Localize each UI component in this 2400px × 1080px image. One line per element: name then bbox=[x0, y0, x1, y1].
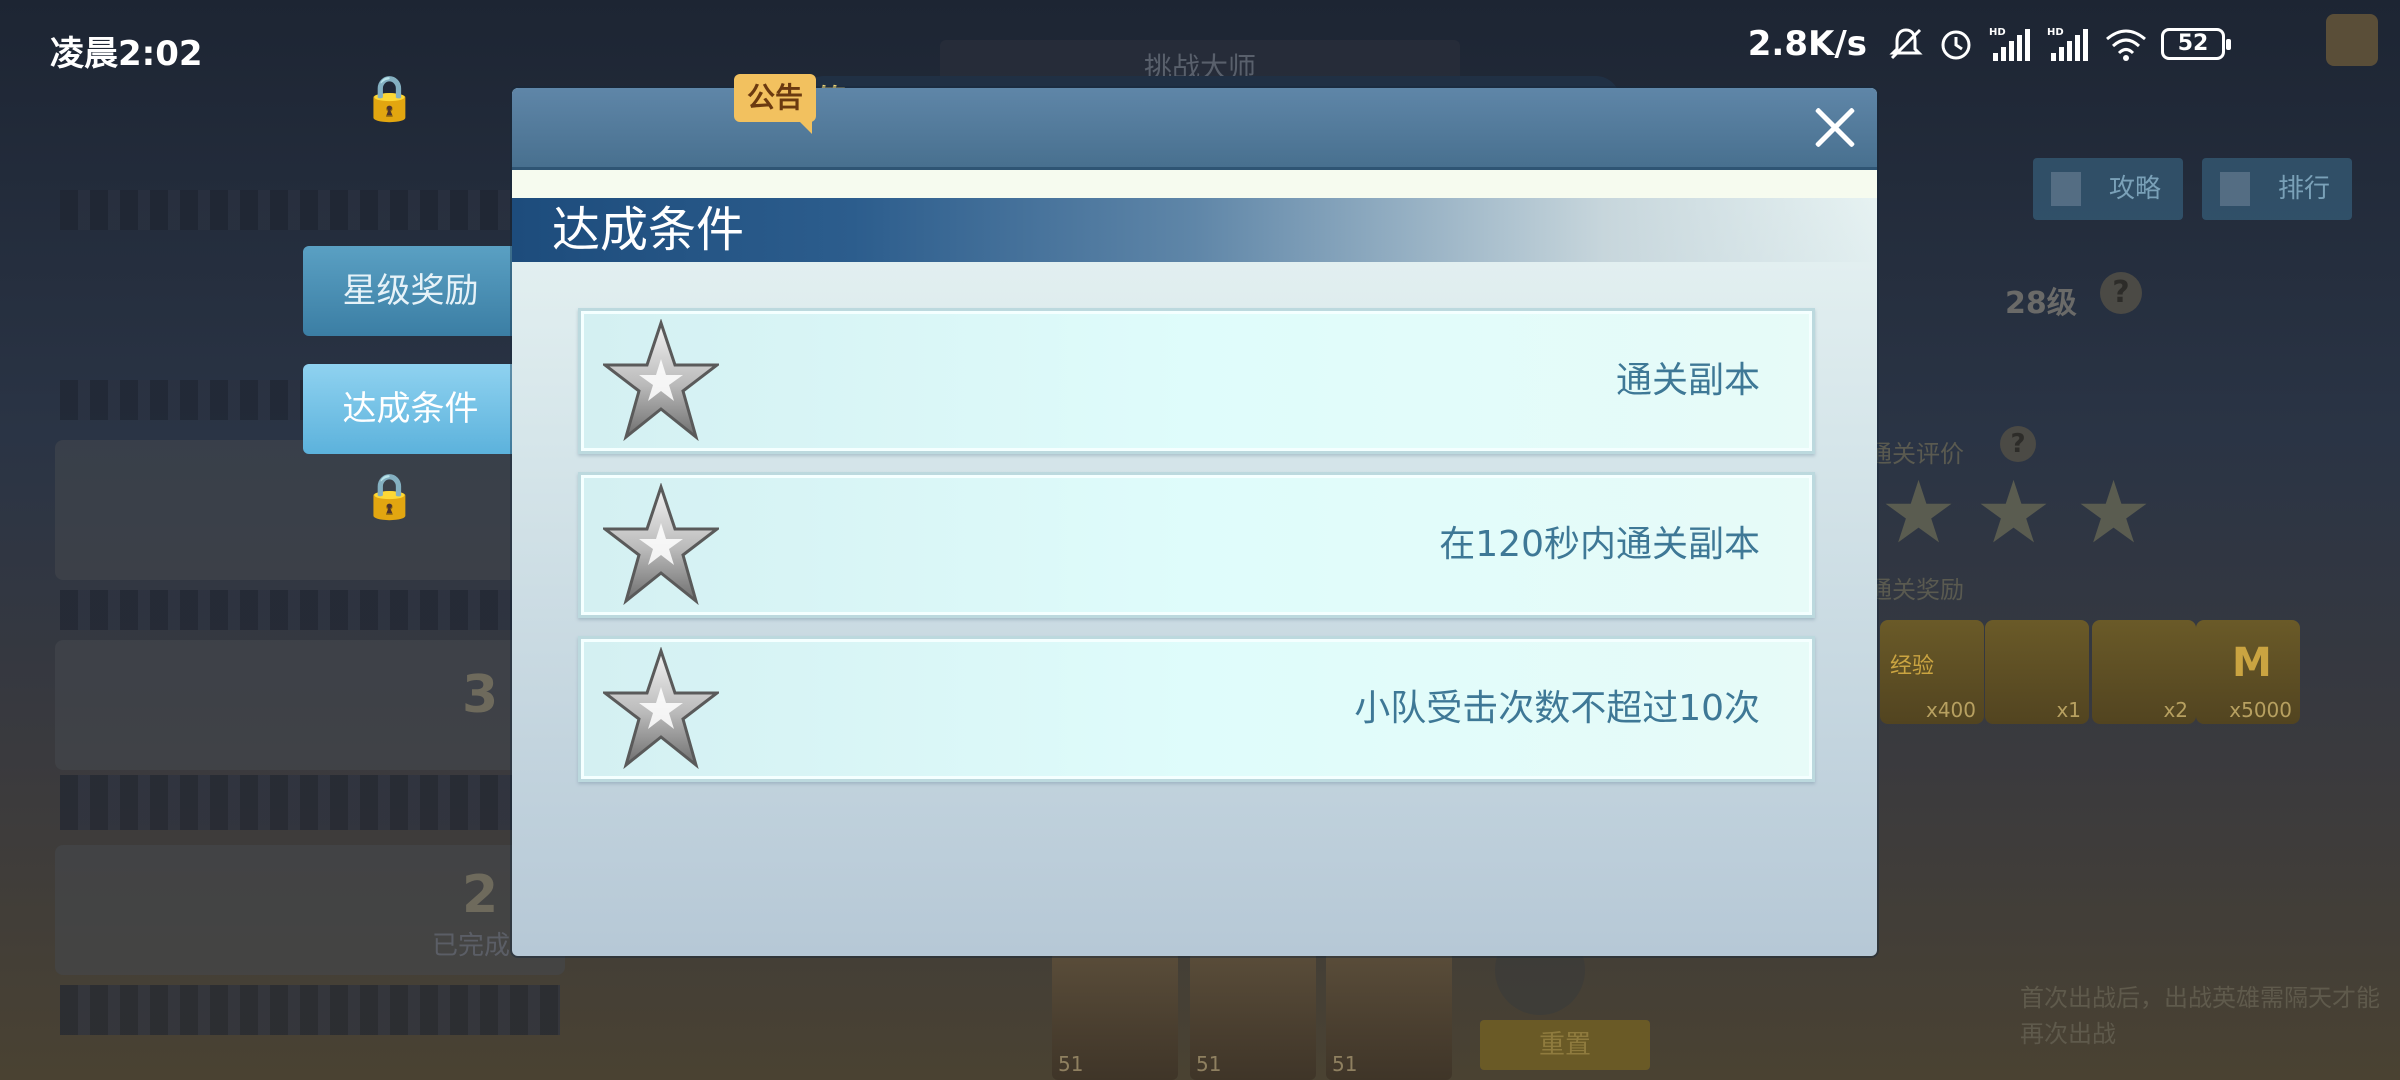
reward-item: M x5000 bbox=[2196, 620, 2300, 724]
condition-text: 通关副本 bbox=[1615, 360, 1760, 401]
status-time: 凌晨2:02 bbox=[50, 34, 203, 74]
conditions-dialog: 达成条件 通关副本 在120秒内通关副本 小队受击次数不超过10次 bbox=[512, 88, 1877, 956]
bg-divider bbox=[60, 775, 560, 830]
condition-text: 在120秒内通关副本 bbox=[1439, 524, 1760, 565]
ranking-button: 排行 bbox=[2202, 158, 2352, 220]
bg-note: 首次出战后，出战英雄需隔天才能再次出战 bbox=[2020, 984, 2380, 1048]
hero-card: 51 bbox=[1190, 952, 1316, 1080]
bg-stage-status: 已完成 bbox=[432, 931, 511, 961]
star-icon: ★ bbox=[2075, 463, 2153, 563]
help-icon: ? bbox=[2100, 272, 2142, 314]
bg-level: 28级 bbox=[2005, 286, 2077, 321]
condition-row: 通关副本 bbox=[578, 308, 1815, 454]
battery-icon: 52 bbox=[2161, 28, 2231, 60]
bg-divider bbox=[60, 590, 560, 630]
hero-card: 51 bbox=[1052, 952, 1178, 1080]
battery-level: 52 bbox=[2177, 31, 2209, 56]
star-icon: ★ bbox=[1975, 463, 2053, 563]
bg-stage-number: 2 bbox=[462, 865, 499, 925]
reset-button: 重置 bbox=[1480, 1020, 1650, 1070]
status-icons: 2.8K/s HD HD 52 bbox=[1747, 24, 2231, 64]
section-banner: 达成条件 bbox=[512, 198, 1877, 262]
network-speed: 2.8K/s bbox=[1747, 24, 1867, 64]
lock-icon: 🔒 bbox=[362, 471, 417, 522]
signal-hd-icon: HD bbox=[2047, 27, 2088, 61]
bg-divider bbox=[60, 190, 560, 230]
star-icon bbox=[603, 647, 719, 770]
bg-stage-card bbox=[55, 440, 565, 580]
reward-item: x1 bbox=[1985, 620, 2089, 724]
bg-divider bbox=[60, 985, 560, 1035]
hero-card: 51 bbox=[1326, 952, 1452, 1080]
help-icon: ? bbox=[2000, 426, 2036, 462]
book-icon bbox=[2051, 172, 2081, 206]
close-icon[interactable] bbox=[1805, 98, 1865, 158]
condition-text: 小队受击次数不超过10次 bbox=[1354, 688, 1760, 729]
alarm-icon bbox=[1941, 30, 1971, 60]
strategy-button: 攻略 bbox=[2033, 158, 2183, 220]
condition-row: 在120秒内通关副本 bbox=[578, 472, 1815, 618]
star-icon bbox=[603, 319, 719, 442]
bg-reward-label: 通关奖励 bbox=[1868, 576, 1964, 604]
tab-star-reward[interactable]: 星级奖励 bbox=[303, 246, 518, 336]
section-title: 达成条件 bbox=[552, 202, 745, 258]
announcement-badge[interactable]: 公告 bbox=[734, 74, 816, 134]
star-icon bbox=[603, 483, 719, 606]
tab-conditions[interactable]: 达成条件 bbox=[303, 364, 518, 454]
svg-text:HD: HD bbox=[1989, 27, 2006, 38]
condition-row: 小队受击次数不超过10次 bbox=[578, 636, 1815, 782]
reward-item: x2 bbox=[2092, 620, 2196, 724]
svg-text:HD: HD bbox=[2047, 27, 2064, 38]
bg-stage-number: 3 bbox=[462, 665, 499, 725]
dialog-header bbox=[512, 88, 1877, 170]
dialog-divider bbox=[512, 170, 1877, 198]
chart-icon bbox=[2220, 172, 2250, 206]
signal-hd-icon: HD bbox=[1989, 27, 2030, 61]
reward-item: 经验 x400 bbox=[1880, 620, 1984, 724]
wifi-icon bbox=[2106, 29, 2146, 61]
star-icon: ★ bbox=[1880, 463, 1958, 563]
mute-bell-icon bbox=[1889, 28, 1923, 60]
